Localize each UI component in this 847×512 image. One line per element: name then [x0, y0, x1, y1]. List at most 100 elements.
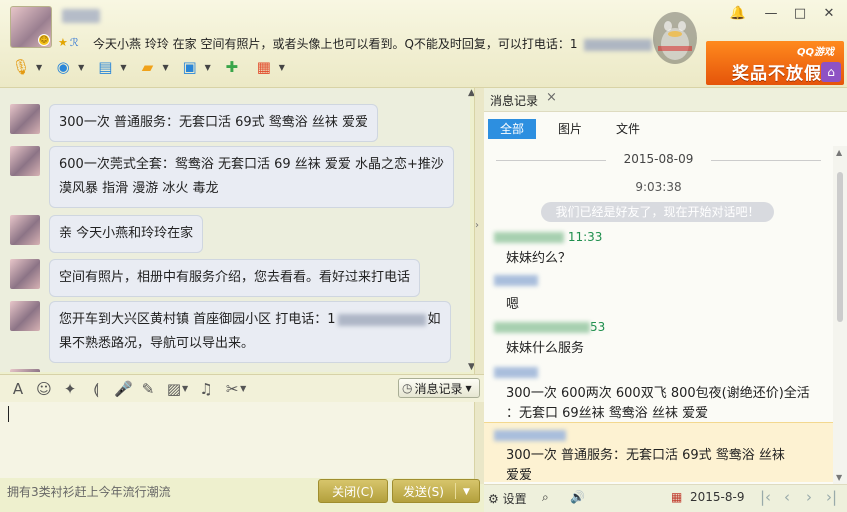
emoji-icon[interactable]: ☺: [36, 380, 52, 398]
history-message: 嗯: [506, 297, 520, 312]
chat-message: 空间有照片，相册中有服务介绍，您去看看。看好过来打电话: [10, 259, 421, 297]
history-date[interactable]: 2015-8-9: [690, 490, 744, 504]
file-transfer-button[interactable]: ▰ ▼: [136, 53, 169, 81]
create-group-button[interactable]: ✚: [221, 53, 243, 81]
microphone-icon: 🎙: [11, 58, 31, 76]
redacted-phone: [337, 313, 426, 326]
voice-message-icon[interactable]: 🎤: [114, 380, 133, 398]
magic-expression-icon[interactable]: ⟬: [88, 380, 104, 398]
chevron-down-icon: ▼: [36, 62, 43, 72]
scroll-up-icon[interactable]: ▲: [836, 148, 842, 157]
title-bar: ☺ ★ℛ 今天小燕 玲玲 在家 空间有照片，或者头像上也可以看到。Q不能及时回复…: [0, 0, 847, 88]
image-icon[interactable]: ▨: [166, 380, 182, 398]
message-history-panel: 消息记录 × 全部 图片 文件 2015-08-09 9:03:38 我们已经是…: [484, 88, 847, 512]
remote-assist-button[interactable]: ▣ ▼: [179, 53, 211, 81]
history-message: 300一次 普通服务：无套口活 69式 鸳鸯浴 丝袜 爱爱: [506, 448, 785, 483]
send-button[interactable]: 发送(S) ▼: [392, 479, 480, 503]
chevron-down-icon: ▼: [162, 62, 169, 72]
ad-slogan: 奖品不放假: [732, 64, 822, 84]
tab-message-history[interactable]: 消息记录: [490, 92, 538, 109]
filter-all[interactable]: 全部: [488, 119, 537, 139]
screen-share-button[interactable]: ▤ ▼: [94, 53, 126, 81]
sender-avatar[interactable]: [10, 146, 40, 176]
gear-icon: ⚙: [488, 492, 499, 506]
sender-avatar[interactable]: [10, 369, 40, 372]
voice-call-button[interactable]: 🎙 ▼: [10, 53, 42, 81]
close-button[interactable]: 关闭(C): [318, 479, 388, 503]
ad-brand: QQ游戏: [796, 47, 834, 58]
chat-message-area[interactable]: 300一次 普通服务：无套口活 69式 鸳鸯浴 丝袜 爱爱 600一次莞式全套：…: [0, 88, 470, 372]
sender-avatar[interactable]: [10, 301, 40, 331]
chevron-down-icon: ▼: [465, 383, 472, 393]
message-bubble: 600一次莞式全套：鸳鸯浴 无套口活 69 丝袜 爱爱 水晶之恋+推沙 漠风暴 指…: [49, 146, 454, 208]
message-input[interactable]: [0, 402, 474, 478]
apps-button[interactable]: ▦ ▼: [253, 53, 285, 81]
history-sender: [494, 365, 538, 379]
sender-avatar[interactable]: [10, 215, 40, 245]
close-window-button[interactable]: ✕: [819, 6, 839, 21]
chevron-down-icon: ▼: [78, 62, 85, 72]
online-status-icon: ☺: [38, 34, 50, 46]
search-icon[interactable]: ⌕: [542, 490, 549, 505]
remote-desktop-icon: ▣: [182, 58, 197, 76]
system-message: 我们已经是好友了，现在开始对话吧！: [541, 202, 774, 222]
filter-images[interactable]: 图片: [546, 119, 594, 139]
history-sender: [494, 428, 566, 442]
speaker-icon[interactable]: 🔊: [570, 490, 585, 504]
chat-message: 亲 今天小燕和玲玲在家: [10, 215, 204, 253]
folder-icon: ▰: [141, 58, 154, 76]
doodle-icon[interactable]: ✎: [140, 380, 156, 398]
minimize-button[interactable]: —: [761, 6, 781, 21]
last-page-icon[interactable]: ›|: [826, 488, 837, 506]
panel-tab-header: 消息记录 ×: [484, 88, 847, 112]
history-sender: 11:33: [494, 230, 602, 244]
screenshot-scissors-icon[interactable]: ✂: [224, 380, 240, 398]
toolbar: 🎙 ▼ ◉ ▼ ▤ ▼ ▰ ▼ ▣ ▼ ✚ ▦ ▼: [0, 52, 285, 82]
font-icon[interactable]: A: [10, 380, 26, 398]
history-log[interactable]: 2015-08-09 9:03:38 我们已经是好友了，现在开始对话吧！ 11:…: [484, 146, 833, 484]
contact-signature: 今天小燕 玲玲 在家 空间有照片，或者头像上也可以看到。Q不能及时回复，可以打电…: [93, 35, 652, 52]
history-sender: [494, 273, 538, 287]
vip-icons: ★ℛ: [58, 36, 81, 49]
house-icon: ⌂: [821, 62, 841, 82]
chat-plus-icon: ✚: [225, 58, 239, 76]
history-sender: 53: [494, 320, 605, 334]
date-separator: 2015-08-09: [484, 152, 833, 166]
settings-button[interactable]: ⚙ 设置: [488, 490, 527, 507]
qq-penguin-icon: [653, 12, 697, 64]
filter-files[interactable]: 文件: [604, 119, 652, 139]
next-page-icon[interactable]: ›: [806, 488, 812, 506]
chevron-down-icon[interactable]: ▼: [182, 384, 188, 393]
history-footer: ⚙ 设置 ⌕ 🔊 ▦ 2015-8-9 |‹ ‹ › ›|: [484, 484, 847, 512]
calendar-icon[interactable]: ▦: [671, 490, 682, 504]
scroll-down-icon[interactable]: ▼: [836, 473, 842, 482]
chevron-down-icon: ▼: [120, 62, 127, 72]
message-history-button[interactable]: ◷ 消息记录 ▼: [398, 378, 480, 398]
message-bubble: 亲 今天小燕和玲玲在家: [49, 215, 204, 253]
music-icon[interactable]: ♫: [198, 380, 214, 398]
qq-game-ad-banner[interactable]: QQ游戏 奖品不放假 ⌂: [706, 41, 844, 85]
history-message: 妹妹约么？: [506, 251, 572, 266]
shake-window-icon[interactable]: ✦: [62, 380, 78, 398]
close-tab-icon[interactable]: ×: [546, 90, 557, 105]
scroll-thumb[interactable]: [837, 172, 843, 322]
notification-bell-icon[interactable]: 🔔: [728, 6, 748, 21]
chevron-down-icon: ▼: [204, 62, 211, 72]
monitor-chart-icon: ▤: [98, 58, 113, 76]
send-options-chevron-icon[interactable]: ▼: [463, 480, 470, 504]
prev-page-icon[interactable]: ‹: [784, 488, 790, 506]
video-call-button[interactable]: ◉ ▼: [52, 53, 85, 81]
first-page-icon[interactable]: |‹: [760, 488, 771, 506]
panel-splitter[interactable]: ›: [474, 88, 484, 484]
ad-tip-text[interactable]: 拥有3类衬衫赶上今年流行潮流: [7, 483, 171, 500]
clock-icon: ◷: [402, 381, 413, 395]
history-scrollbar[interactable]: ▲ ▼: [833, 146, 847, 484]
sender-avatar[interactable]: [10, 259, 40, 289]
maximize-button[interactable]: □: [790, 6, 810, 21]
history-filter-tabs: 全部 图片 文件: [488, 119, 662, 139]
chevron-down-icon[interactable]: ▼: [240, 384, 246, 393]
chevron-right-icon[interactable]: ›: [475, 220, 479, 231]
webcam-icon: ◉: [56, 58, 70, 76]
sender-avatar[interactable]: [10, 104, 40, 134]
apps-grid-icon: ▦: [256, 58, 271, 76]
